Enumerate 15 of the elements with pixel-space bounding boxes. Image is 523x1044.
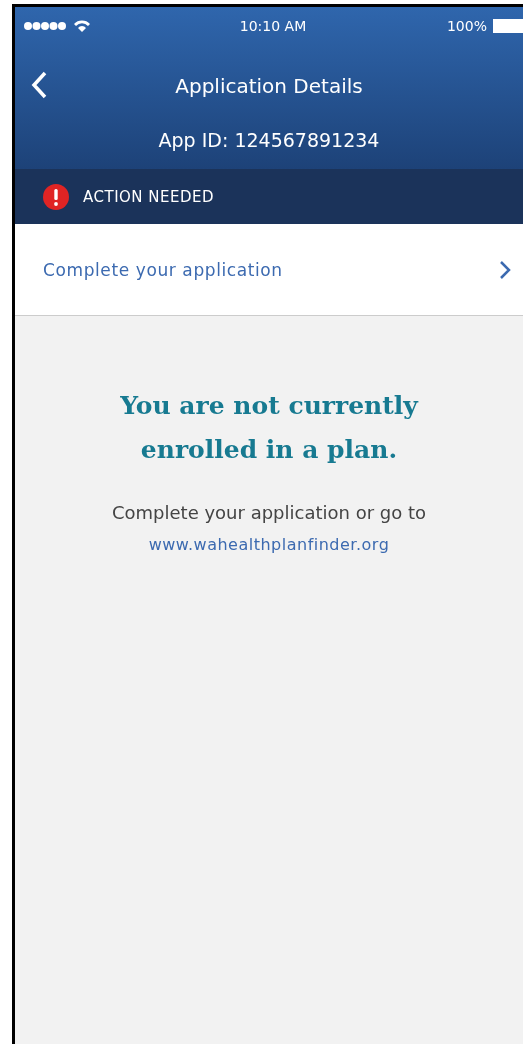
app-id: App ID: 124567891234 bbox=[157, 128, 381, 153]
back-icon bbox=[31, 71, 47, 99]
screen-title: Application Details bbox=[175, 74, 363, 98]
battery-icon bbox=[493, 19, 523, 33]
website-link[interactable]: www.wahealthplanfinder.org bbox=[148, 535, 390, 554]
complete-application-row[interactable]: Complete your application bbox=[15, 224, 523, 316]
status-time: 10:10 AM bbox=[239, 18, 307, 34]
empty-message: Complete your application or go to bbox=[111, 502, 426, 523]
alert-label: ACTION NEEDED bbox=[83, 187, 215, 206]
signal-icon bbox=[23, 21, 67, 31]
battery-percent: 100% bbox=[446, 18, 487, 34]
chevron-icon bbox=[499, 259, 511, 280]
alert-icon bbox=[43, 183, 69, 210]
wifi-icon bbox=[73, 19, 91, 33]
empty-heading: You are not currently enrolled in a plan. bbox=[119, 390, 420, 466]
